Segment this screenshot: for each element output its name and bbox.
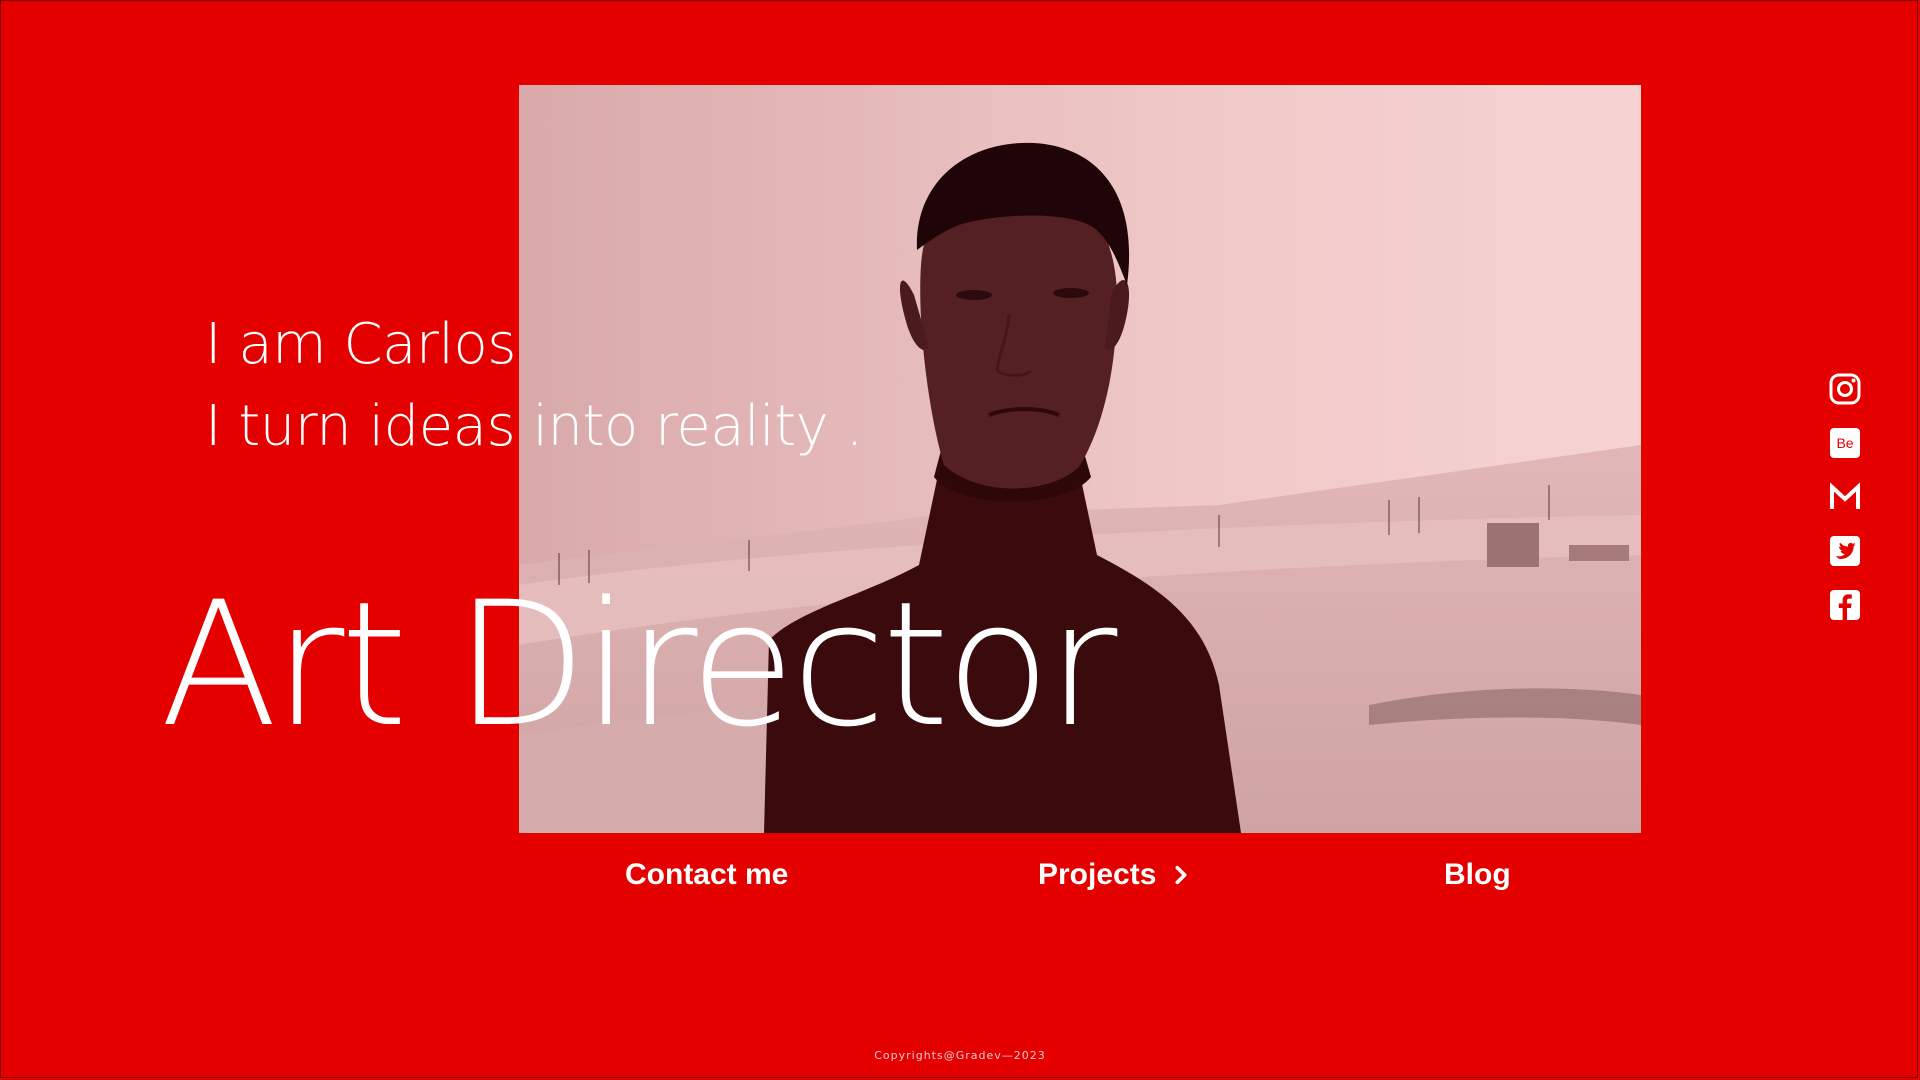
twitter-icon[interactable] xyxy=(1828,534,1862,568)
hero-tagline: I turn ideas into reality . xyxy=(205,394,863,459)
hero-role-title: Art Director xyxy=(160,564,1117,765)
behance-icon-label: Be xyxy=(1836,435,1853,451)
facebook-icon[interactable] xyxy=(1828,588,1862,622)
hero-intro: I am Carlos I turn ideas into reality . xyxy=(205,304,863,468)
projects-link[interactable]: Projects xyxy=(1038,858,1192,892)
chevron-right-icon xyxy=(1175,865,1187,885)
contact-me-link[interactable]: Contact me xyxy=(625,858,788,892)
projects-label: Projects xyxy=(1038,858,1157,891)
blog-link[interactable]: Blog xyxy=(1444,858,1511,892)
social-links: Be xyxy=(1828,372,1862,622)
blog-label: Blog xyxy=(1444,858,1511,891)
contact-me-label: Contact me xyxy=(625,858,789,891)
footer-copyright: Copyrights@Gradev—2023 xyxy=(874,1049,1046,1062)
behance-icon[interactable]: Be xyxy=(1828,426,1862,460)
gmail-icon[interactable] xyxy=(1828,480,1862,514)
hero-greeting: I am Carlos xyxy=(205,312,516,377)
instagram-icon[interactable] xyxy=(1828,372,1862,406)
